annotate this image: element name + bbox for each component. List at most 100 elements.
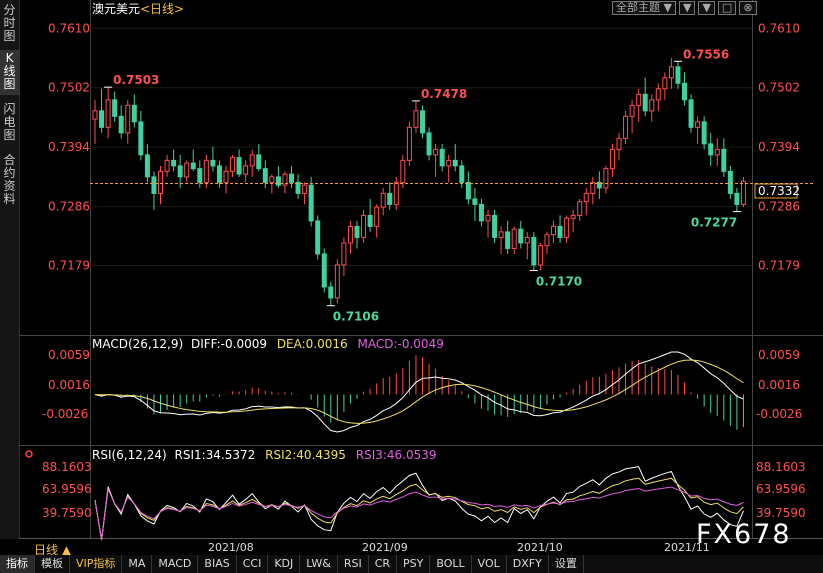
tab-lw[interactable]: LW& [300, 555, 338, 573]
candle-body [655, 88, 661, 101]
candle-body [361, 214, 367, 238]
tab-indicator[interactable]: 指标 [0, 555, 35, 573]
candle-body [642, 93, 648, 112]
dropdown-button-2[interactable]: ▼ [698, 1, 715, 15]
macd-histogram [101, 355, 744, 430]
price-axis-right: 0.7610 0.7502 0.7394 0.7286 0.7179 [758, 21, 800, 272]
candle-body [511, 228, 517, 249]
tab-bias[interactable]: BIAS [198, 555, 237, 573]
candle-body [308, 184, 314, 222]
candle-body [590, 181, 596, 194]
price-annotation: 0.7556 [683, 47, 729, 61]
tab-vol[interactable]: VOL [472, 555, 507, 573]
candle-body [714, 148, 720, 156]
candle-body [289, 173, 294, 183]
candle-body [243, 165, 249, 175]
price-axis-label-right: 0.7286 [758, 200, 800, 214]
candle-body [138, 121, 144, 156]
candle-body [177, 165, 183, 178]
chart-area[interactable]: 澳元美元 <日线> 0.7610 0.7502 0.7394 0.7286 0.7179… [0, 0, 823, 555]
rsi3-label: RSI3:46.0539 [356, 448, 437, 462]
macd-axis-right-2: 0.0016 [758, 378, 800, 392]
candle-body [616, 137, 622, 150]
candle-body [564, 217, 570, 238]
rsi1-label: RSI1:34.5372 [175, 448, 256, 462]
price-annotation: 0.7170 [536, 274, 582, 288]
candle-body [518, 228, 524, 244]
tab-vip-indicator[interactable]: VIP指标 [70, 555, 123, 573]
candle-body [92, 110, 98, 120]
candle-body [708, 143, 714, 156]
top-toolbar: 全部主题 ▼ ▼ ▼ □ ⊗ [612, 1, 757, 15]
candle-body [184, 162, 190, 178]
tab-template[interactable]: 模板 [35, 555, 70, 573]
candle-body [420, 110, 425, 134]
tab-boll[interactable]: BOLL [430, 555, 472, 573]
candle-body [197, 168, 203, 183]
price-annotation: 0.7277 [691, 216, 737, 230]
rsi-title: RSI(6,12,24) [92, 448, 167, 462]
candle-body [498, 231, 504, 238]
candle-body [302, 184, 308, 194]
candle-body [99, 110, 105, 128]
tab-kdj[interactable]: KDJ [268, 555, 301, 573]
price-axis-left: 0.7610 0.7502 0.7394 0.7286 0.7179 [48, 21, 90, 272]
candle-body [118, 115, 124, 134]
candle-body [341, 242, 347, 266]
candle-body [426, 132, 432, 156]
tab-cr[interactable]: CR [369, 555, 398, 573]
close-icon[interactable]: ⊗ [739, 1, 757, 15]
rsi-axis-left-1: 88.1603 [42, 460, 92, 474]
current-price-label: 0.7332 [758, 184, 800, 198]
candle-body [446, 159, 452, 167]
tab-ma[interactable]: MA [122, 555, 153, 573]
candle-body [256, 154, 262, 170]
candle-body [492, 214, 498, 238]
candle-body [380, 192, 386, 208]
price-axis-label-left: 0.7502 [48, 81, 90, 95]
price-annotation: 0.7106 [333, 310, 379, 324]
date-label-aug: 2021/08 [208, 541, 254, 554]
rsi-axis-left-3: 39.7590 [42, 506, 92, 520]
candle-body [105, 99, 111, 128]
candle-body [688, 99, 694, 128]
candle-body [695, 121, 701, 128]
tab-rsi[interactable]: RSI [338, 555, 369, 573]
tab-psy[interactable]: PSY [397, 555, 431, 573]
candle-body [701, 121, 707, 145]
svg-text:MACD(26,12,9) DIFF:-0.0009: MACD(26,12,9) DIFF:-0.0009 DEA:0.0016 MA… [92, 337, 444, 351]
candle-body [629, 104, 635, 117]
rsi-settings-icon[interactable] [25, 450, 33, 458]
macd-diff-label: DIFF:-0.0009 [191, 337, 267, 351]
tab-cci[interactable]: CCI [237, 555, 269, 573]
dropdown-button-1[interactable]: ▼ [678, 1, 696, 15]
candle-body [328, 286, 334, 299]
candle-body [203, 159, 209, 183]
candle-body [465, 181, 471, 200]
candle-body [557, 225, 563, 238]
candle-body [537, 245, 543, 266]
rsi3-line [94, 486, 744, 541]
candle-body [393, 181, 399, 205]
tab-macd[interactable]: MACD [152, 555, 199, 573]
svg-text:RSI(6,12,24) RSI1:34.5372: RSI(6,12,24) RSI1:34.5372 RSI2:40.4395 R… [92, 448, 437, 462]
price-axis-label-right: 0.7394 [758, 140, 800, 154]
maximize-icon[interactable]: □ [717, 1, 737, 15]
price-annotation: 0.7478 [421, 87, 467, 101]
candle-body [269, 176, 275, 183]
candle-body [505, 231, 511, 249]
candle-body [734, 192, 740, 205]
candle-body [459, 165, 465, 183]
candle-body [485, 214, 491, 222]
macd-macd-label: MACD:-0.0049 [358, 337, 444, 351]
tab-settings[interactable]: 设置 [549, 555, 584, 573]
period-tag: <日线> [140, 2, 184, 16]
theme-dropdown[interactable]: 全部主题 ▼ [612, 1, 676, 15]
tab-dxfy[interactable]: DXFY [507, 555, 549, 573]
candle-body [164, 159, 170, 172]
macd-axis-right-1: 0.0059 [758, 348, 800, 362]
candle-body [295, 181, 301, 194]
candle-body [452, 159, 458, 167]
macd-axis-left-2: 0.0016 [48, 378, 90, 392]
candle-body [570, 214, 576, 219]
